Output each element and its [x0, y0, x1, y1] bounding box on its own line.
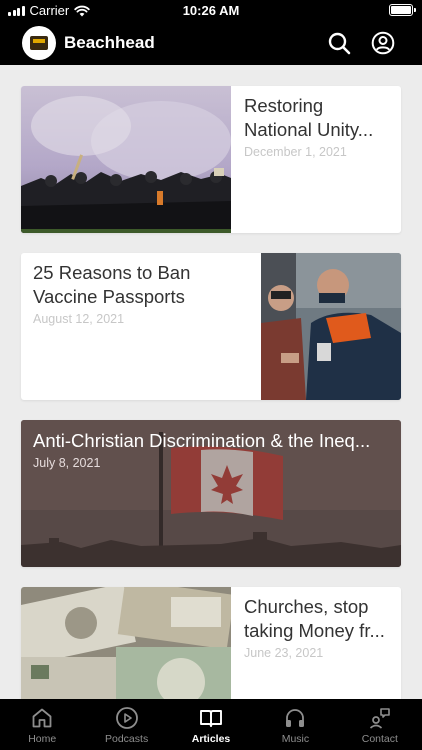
protest-crowd-photo: [21, 86, 231, 233]
contact-icon: [369, 708, 390, 729]
cash-pile-photo: [21, 587, 231, 699]
phone-check-photo: [261, 253, 401, 400]
article-list[interactable]: Restoring National Unity... December 1, …: [0, 65, 422, 699]
headphones-icon: [286, 709, 305, 727]
article-title: 25 Reasons to Ban Vaccine Passports: [33, 262, 191, 307]
profile-icon[interactable]: [371, 31, 395, 55]
tab-label: Home: [28, 733, 57, 745]
article-title: Anti-Christian Discrimination & the Ineq…: [33, 430, 371, 451]
app-title: Beachhead: [64, 33, 155, 52]
app-header: Beachhead: [0, 22, 422, 65]
article-text: 25 Reasons to Ban Vaccine Passports Augu…: [33, 261, 253, 326]
tab-label: Contact: [361, 733, 398, 745]
tab-music[interactable]: Music: [253, 699, 337, 750]
tab-podcasts[interactable]: Podcasts: [84, 699, 168, 750]
book-open-icon: [200, 710, 222, 727]
play-circle-icon: [115, 707, 138, 729]
article-title: Restoring National Unity...: [244, 95, 374, 140]
home-icon: [32, 708, 52, 728]
status-time: 10:26 AM: [182, 3, 240, 18]
tab-contact[interactable]: Contact: [338, 699, 422, 750]
article-card[interactable]: Churches, stop taking Money fr... June 2…: [21, 587, 401, 699]
battery-icon: [389, 4, 416, 16]
article-text: Anti-Christian Discrimination & the Ineq…: [33, 429, 393, 470]
search-icon[interactable]: [327, 31, 351, 55]
article-date: December 1, 2021: [244, 145, 347, 159]
tab-home[interactable]: Home: [0, 699, 84, 750]
article-date: July 8, 2021: [33, 456, 101, 470]
article-date: August 12, 2021: [33, 312, 125, 326]
status-bar: Carrier 10:26 AM: [0, 0, 422, 22]
article-card[interactable]: 25 Reasons to Ban Vaccine Passports Augu…: [21, 253, 401, 400]
article-card[interactable]: Anti-Christian Discrimination & the Ineq…: [21, 420, 401, 567]
tab-bar: Home Podcasts Articles Music Contact: [0, 699, 422, 750]
tab-label: Articles: [191, 733, 231, 745]
tab-label: Music: [281, 733, 310, 745]
article-title: Churches, stop taking Money fr...: [244, 596, 385, 641]
article-text: Restoring National Unity... December 1, …: [244, 94, 394, 159]
tab-label: Podcasts: [105, 733, 149, 745]
article-date: June 23, 2021: [244, 646, 324, 660]
article-card[interactable]: Restoring National Unity... December 1, …: [21, 86, 401, 233]
beachhead-logo[interactable]: [22, 26, 56, 60]
tab-articles[interactable]: Articles: [169, 699, 253, 750]
article-text: Churches, stop taking Money fr... June 2…: [244, 595, 394, 660]
